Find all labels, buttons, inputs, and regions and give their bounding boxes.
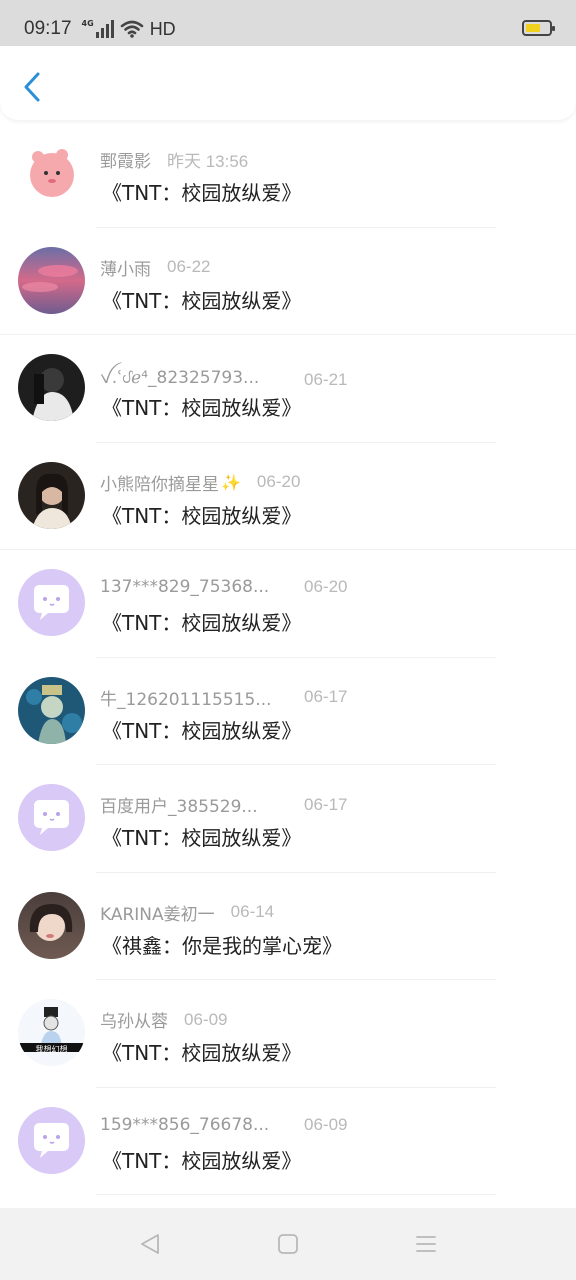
avatar-caption: 我想幻想 — [35, 1045, 68, 1054]
name-line: 鄄霞影 昨天 13:56 — [100, 147, 248, 172]
message-row[interactable]: 薄小雨 06-22 《TNT：校园放纵爱》 — [0, 228, 576, 335]
square-home-icon — [278, 1234, 298, 1254]
user-name: 159***856_76678... — [100, 1114, 270, 1135]
status-time: 09:17 — [24, 18, 72, 39]
book-title: 《祺鑫：你是我的掌心宠》 — [102, 933, 342, 958]
chevron-left-icon — [24, 72, 40, 102]
user-avatar[interactable] — [18, 1106, 85, 1174]
user-avatar[interactable] — [18, 569, 85, 636]
name-line: 牛_126201115515... 06-17 — [100, 685, 360, 710]
menu-lines-icon — [416, 1236, 436, 1252]
message-date: 06-21 — [304, 369, 348, 389]
message-date: 06-20 — [256, 472, 301, 491]
message-row[interactable]: 137***829_75368... 06-20 《TNT：校园放纵爱》 — [0, 550, 576, 658]
status-icons: 4G HD — [82, 19, 176, 40]
user-name: 百度用户_385529... — [100, 797, 258, 817]
name-line: 百度用户_385529... 06-17 — [100, 792, 360, 818]
book-title: 《TNT：校园放纵爱》 — [102, 1041, 302, 1065]
back-button[interactable] — [18, 70, 48, 106]
battery-icon — [522, 20, 555, 36]
nav-back-button[interactable] — [138, 1232, 162, 1256]
book-title: 《TNT：校园放纵爱》 — [102, 503, 302, 528]
top-header — [0, 46, 576, 120]
message-date: 06-20 — [304, 577, 348, 596]
user-name: 薄小雨 — [100, 259, 151, 280]
message-row[interactable]: 159***856_76678... 06-09 《TNT：校园放纵爱》 — [0, 1088, 576, 1195]
user-avatar[interactable] — [18, 354, 85, 421]
message-date: 昨天 13:56 — [167, 152, 249, 171]
name-line: 小熊陪你摘星星 ✨ 06-20 — [100, 470, 300, 495]
message-row[interactable]: 我想幻想 乌孙从蓉 06-09 《TNT：校园放纵爱》 — [0, 980, 576, 1088]
book-title: 《TNT：校园放纵爱》 — [102, 718, 302, 743]
triangle-back-icon — [141, 1234, 159, 1254]
user-avatar[interactable] — [18, 999, 85, 1066]
user-name: 牛_126201115515... — [100, 689, 272, 710]
signal-icon — [95, 20, 114, 38]
user-name: 小熊陪你摘星星 — [100, 474, 219, 495]
message-row[interactable]: ꪜ.ʿᦔℯ⁴_82325793... 06-21 《TNT：校园放纵爱》 — [0, 335, 576, 443]
message-date: 06-14 — [230, 902, 275, 921]
name-line: 薄小雨 06-22 — [100, 255, 210, 280]
user-name: 鄄霞影 — [100, 152, 151, 172]
network-type: 4G — [81, 18, 94, 28]
message-date: 06-22 — [167, 257, 211, 276]
wifi-icon — [120, 20, 143, 38]
message-date: 06-09 — [184, 1009, 228, 1029]
user-avatar[interactable] — [18, 784, 85, 851]
message-row[interactable]: 小熊陪你摘星星 ✨ 06-20 《TNT：校园放纵爱》 — [0, 443, 576, 550]
book-title: 《TNT：校园放纵爱》 — [102, 826, 302, 850]
row-divider — [96, 1194, 496, 1195]
nav-menu-button[interactable] — [414, 1232, 438, 1256]
nav-home-button[interactable] — [276, 1232, 300, 1256]
book-title: 《TNT：校园放纵爱》 — [102, 288, 302, 313]
message-list: 鄄霞影 昨天 13:56 《TNT：校园放纵爱》 薄小雨 06-22 《TNT：校园放纵… — [0, 120, 576, 1195]
user-name: 乌孙从蓉 — [100, 1012, 168, 1032]
message-date: 06-17 — [304, 687, 348, 706]
user-name: KARINA姜初一 — [100, 904, 215, 925]
system-nav-bar — [0, 1208, 576, 1280]
user-avatar[interactable] — [18, 461, 85, 529]
name-line: 159***856_76678... 06-09 — [100, 1115, 360, 1135]
message-row[interactable]: KARINA姜初一 06-14 《祺鑫：你是我的掌心宠》 — [0, 873, 576, 980]
name-line: KARINA姜初一 06-14 — [100, 900, 274, 925]
book-title: 《TNT：校园放纵爱》 — [102, 181, 302, 205]
user-avatar[interactable] — [18, 891, 85, 959]
sparkle-icon: ✨ — [221, 472, 241, 492]
book-title: 《TNT：校园放纵爱》 — [102, 1148, 302, 1173]
message-row[interactable]: 牛_126201115515... 06-17 《TNT：校园放纵爱》 — [0, 658, 576, 765]
message-row[interactable]: 百度用户_385529... 06-17 《TNT：校园放纵爱》 — [0, 765, 576, 873]
name-line: 137***829_75368... 06-20 — [100, 577, 360, 597]
message-date: 06-17 — [304, 794, 348, 814]
book-title: 《TNT：校园放纵爱》 — [102, 611, 302, 635]
book-title: 《TNT：校园放纵爱》 — [102, 396, 302, 420]
user-avatar[interactable] — [18, 676, 85, 744]
message-row[interactable]: 鄄霞影 昨天 13:56 《TNT：校园放纵爱》 — [0, 120, 576, 228]
user-name: 137***829_75368... — [100, 577, 270, 597]
name-line: 乌孙从蓉 06-09 — [100, 1007, 228, 1033]
battery-fill — [526, 24, 540, 32]
user-avatar[interactable] — [18, 139, 85, 206]
user-avatar[interactable] — [18, 246, 85, 314]
message-date: 06-09 — [304, 1114, 348, 1134]
hd-label: HD — [149, 18, 176, 39]
